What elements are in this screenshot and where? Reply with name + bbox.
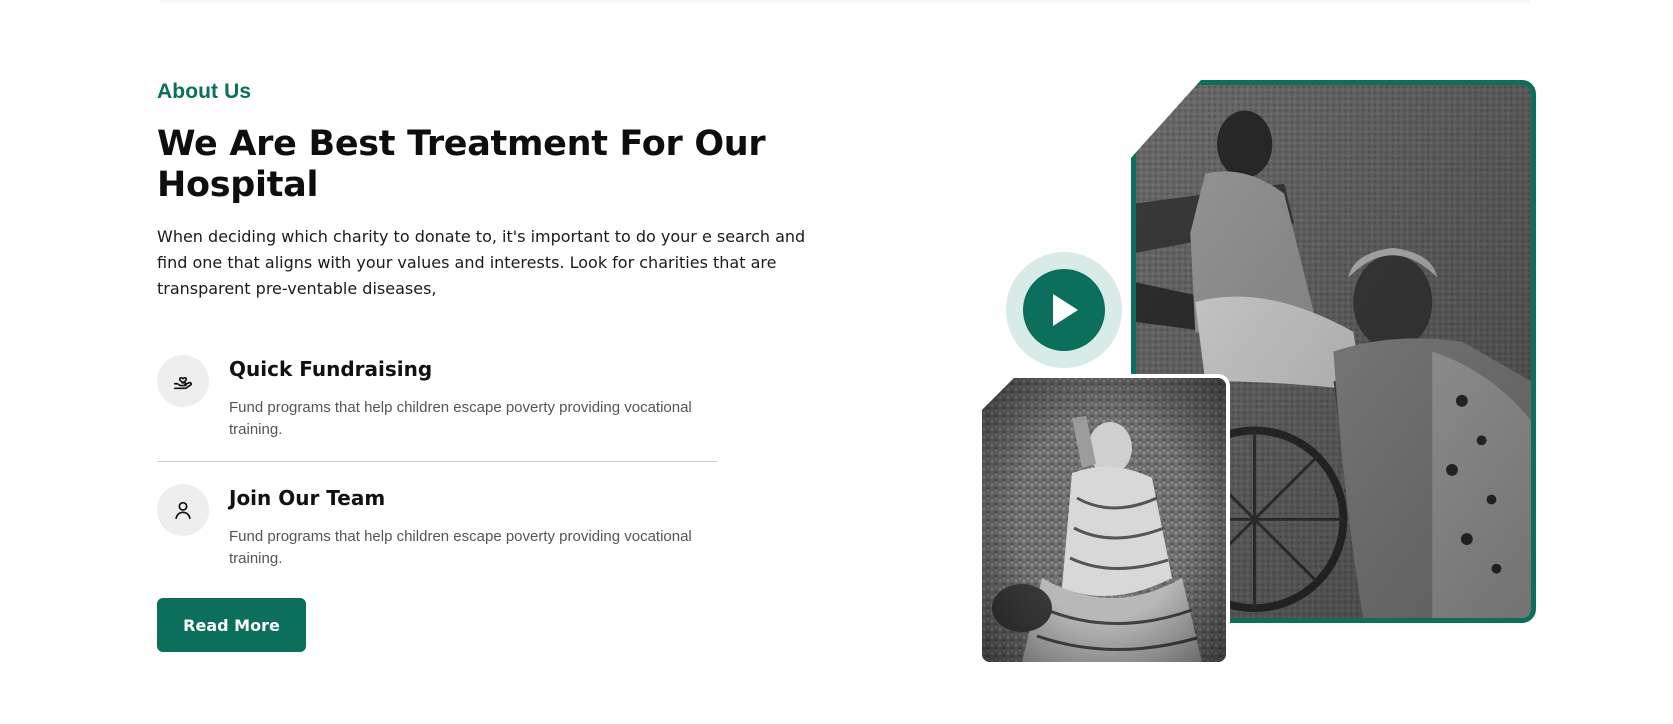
play-video-button[interactable] (1023, 269, 1105, 351)
section-eyebrow: About Us (157, 80, 252, 103)
feature-title: Quick Fundraising (229, 357, 433, 381)
play-icon (1053, 294, 1078, 326)
secondary-photo-frame (978, 374, 1230, 666)
section-title: We Are Best Treatment For Our Hospital (157, 124, 766, 205)
section-intro: When deciding which charity to donate to… (157, 227, 806, 298)
feature-divider (157, 461, 717, 462)
feature-item-quick-fundraising: Quick Fundraising Fund programs that hel… (157, 355, 717, 455)
feature-description: Fund programs that help children escape … (229, 528, 692, 567)
about-text-block: About Us We Are Best Treatment For Our H… (157, 80, 857, 302)
hand-heart-icon (157, 355, 209, 407)
secondary-photo (982, 378, 1226, 662)
user-icon (157, 484, 209, 536)
read-more-button[interactable]: Read More (157, 598, 306, 652)
play-button-ring (1006, 252, 1122, 368)
feature-description: Fund programs that help children escape … (229, 399, 692, 438)
feature-item-join-our-team: Join Our Team Fund programs that help ch… (157, 484, 717, 584)
feature-title: Join Our Team (229, 486, 386, 510)
section-top-edge (160, 0, 1530, 4)
